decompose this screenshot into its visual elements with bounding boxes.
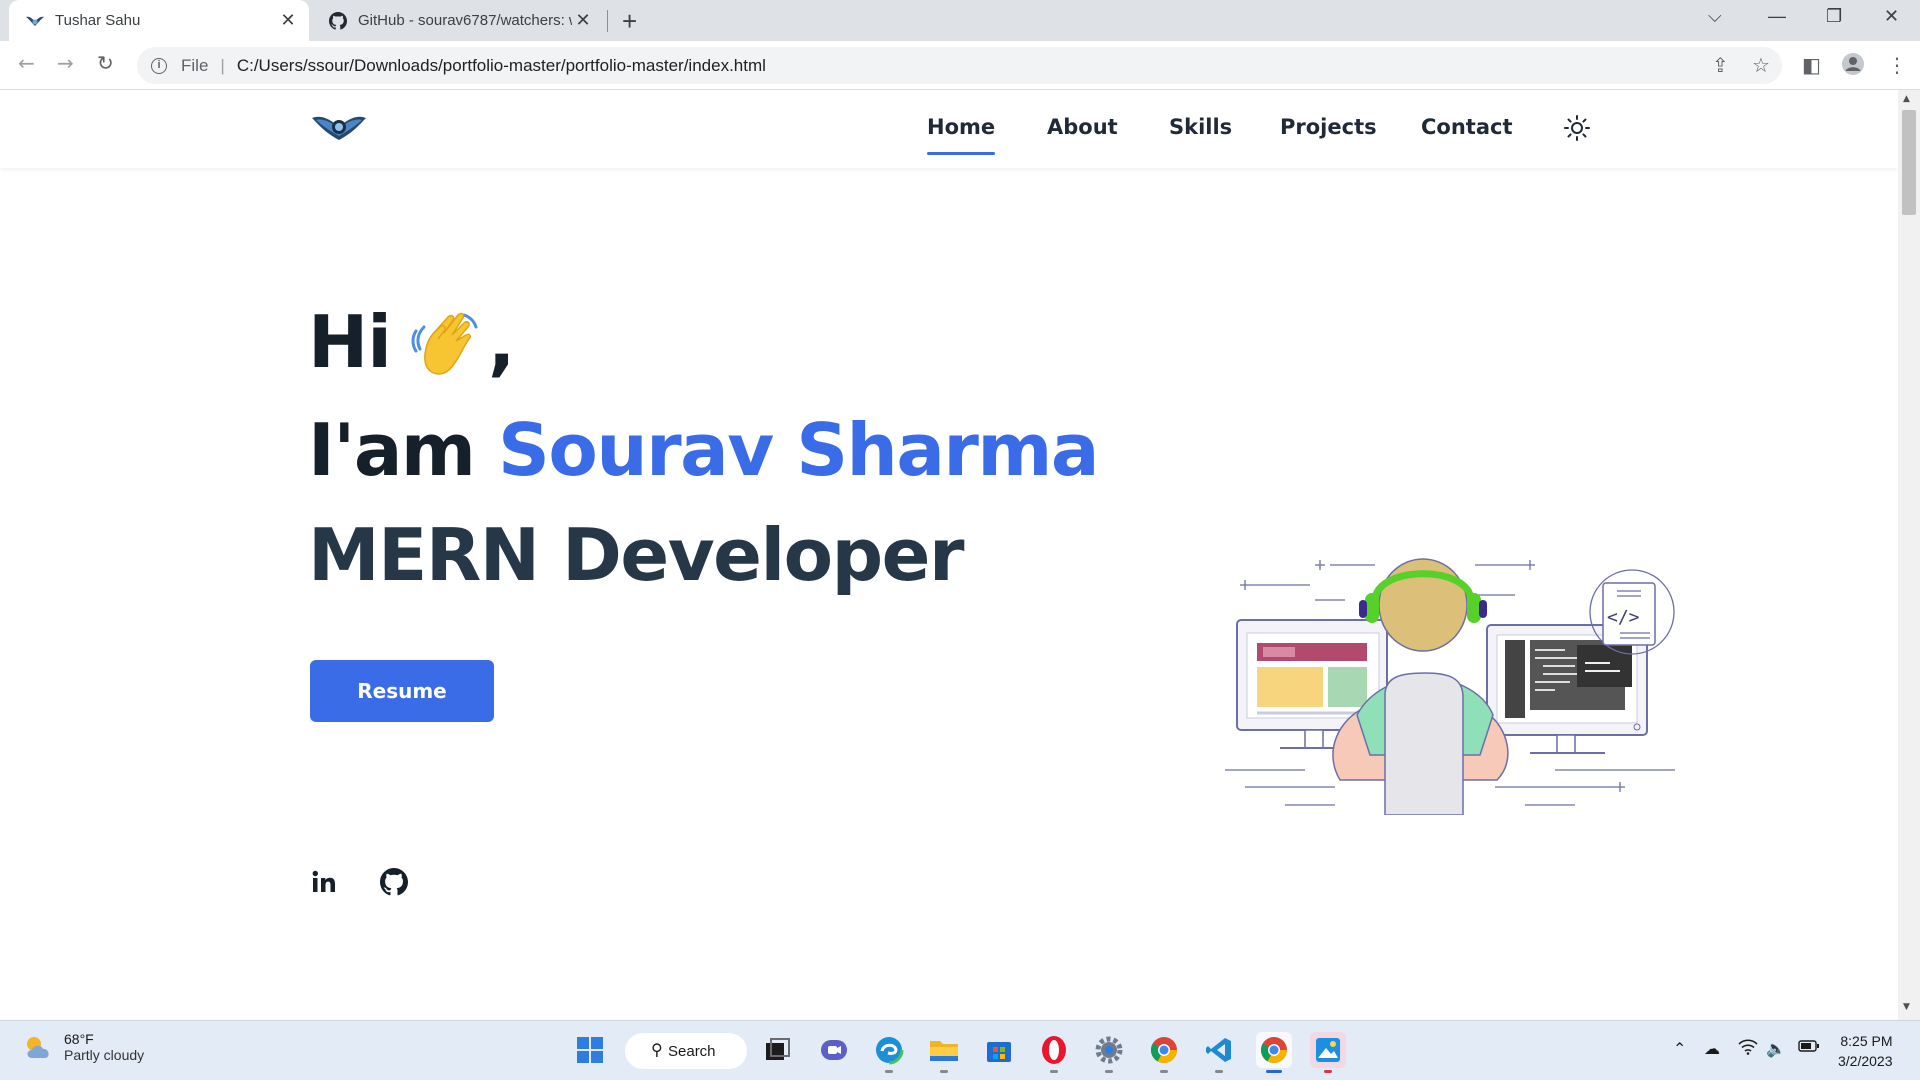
taskbar-clock[interactable]: 8:25 PM 3/2/2023 (1838, 1031, 1893, 1071)
nav-projects[interactable]: Projects (1280, 115, 1377, 139)
bookmark-star-icon[interactable]: ☆ (1752, 53, 1770, 77)
app-running-indicator (1160, 1070, 1168, 1073)
app-running-indicator (1050, 1070, 1058, 1073)
edge-icon[interactable] (871, 1032, 907, 1073)
teams-chat-icon[interactable] (816, 1032, 852, 1068)
app-running-indicator (885, 1070, 893, 1073)
battery-icon[interactable] (1798, 1039, 1820, 1058)
app-running-indicator (1215, 1070, 1223, 1073)
forward-icon[interactable]: → (57, 51, 74, 75)
nav-skills[interactable]: Skills (1169, 115, 1232, 139)
page-scrollbar[interactable]: ▲ ▼ (1898, 90, 1920, 1020)
portfolio-page: Home About Skills Projects Contact Hi , … (0, 90, 1898, 1020)
search-icon: ⚲ (651, 1042, 663, 1059)
back-icon[interactable]: ← (18, 51, 35, 75)
profile-avatar-icon[interactable] (1842, 53, 1864, 80)
hero-comma: , (488, 300, 516, 384)
photos-app-icon[interactable] (1310, 1032, 1346, 1073)
weather-condition: Partly cloudy (64, 1047, 145, 1063)
partly-cloudy-icon (27, 1037, 49, 1058)
tab-portfolio[interactable]: Tushar Sahu ✕ (9, 0, 309, 41)
address-url: C:/Users/ssour/Downloads/portfolio-maste… (236, 55, 766, 75)
wifi-icon[interactable] (1738, 1039, 1758, 1060)
hero-intro: I'am Sourav Sharma (308, 408, 1100, 492)
nav-about[interactable]: About (1047, 115, 1118, 139)
file-explorer-icon[interactable] (926, 1032, 962, 1073)
show-hidden-icons-chevron-icon[interactable]: ⌃ (1673, 1039, 1686, 1059)
scroll-down-icon[interactable]: ▼ (1903, 1002, 1910, 1012)
bird-favicon-icon (25, 11, 45, 31)
app-running-indicator (1324, 1070, 1332, 1073)
vscode-icon[interactable] (1201, 1032, 1237, 1073)
side-panel-icon[interactable]: ◧ (1802, 53, 1821, 77)
site-info-icon[interactable]: i (151, 57, 167, 74)
volume-icon[interactable]: 🔈 (1766, 1039, 1786, 1059)
nav-contact[interactable]: Contact (1421, 115, 1513, 139)
app-running-indicator (1105, 1070, 1113, 1073)
tab-divider (607, 10, 608, 32)
browser-tab-bar: Tushar Sahu ✕ GitHub - sourav6787/watche… (0, 0, 1920, 41)
github-icon[interactable] (380, 868, 410, 898)
restore-icon[interactable]: ❐ (1826, 6, 1842, 27)
scroll-thumb[interactable] (1902, 110, 1916, 215)
taskbar-search-label: Search (668, 1042, 716, 1060)
windows-logo-icon (577, 1037, 603, 1063)
address-scheme: File (181, 55, 209, 75)
chrome-icon[interactable] (1146, 1032, 1182, 1073)
resume-button[interactable]: Resume (310, 660, 494, 722)
github-favicon-icon (328, 11, 348, 31)
clock-date: 3/2/2023 (1838, 1053, 1893, 1069)
start-button[interactable] (572, 1032, 608, 1068)
hero-greeting: Hi (308, 300, 392, 384)
close-window-icon[interactable]: ✕ (1884, 6, 1899, 27)
waving-hand-icon (408, 305, 486, 383)
app-running-indicator (940, 1070, 948, 1073)
svg-text:</>: </> (1607, 607, 1640, 628)
opera-icon[interactable] (1036, 1032, 1072, 1073)
hero-name: Sourav Sharma (498, 408, 1100, 492)
weather-temp: 68°F (64, 1031, 94, 1047)
weather-widget[interactable]: 68°F Partly cloudy (22, 1031, 144, 1063)
microsoft-store-icon[interactable] (981, 1032, 1017, 1068)
reload-icon[interactable]: ↻ (97, 51, 114, 75)
address-divider: | (220, 55, 225, 75)
taskbar-search[interactable]: ⚲ Search (625, 1033, 747, 1069)
site-header: Home About Skills Projects Contact (0, 90, 1898, 168)
settings-gear-icon[interactable] (1091, 1032, 1127, 1073)
hero-role: MERN Developer (308, 513, 964, 597)
minimize-icon[interactable]: — (1768, 6, 1786, 27)
browser-menu-icon[interactable]: ⋮ (1887, 53, 1907, 77)
close-tab-icon[interactable]: ✕ (277, 10, 299, 31)
scroll-up-icon[interactable]: ▲ (1903, 94, 1910, 104)
windows-taskbar: 68°F Partly cloudy ⚲ Search ⌃ ☁ 🔈 8:25 P… (0, 1020, 1920, 1080)
nav-home[interactable]: Home (927, 115, 996, 155)
task-view-icon[interactable] (760, 1032, 796, 1068)
intro-prefix: I'am (308, 408, 476, 492)
close-tab-icon[interactable]: ✕ (572, 10, 594, 31)
browser-toolbar: ← → ↻ i File | C:/Users/ssour/Downloads/… (0, 41, 1920, 90)
app-active-indicator (1266, 1070, 1282, 1073)
new-tab-icon[interactable]: + (622, 6, 637, 37)
linkedin-icon[interactable] (310, 868, 340, 898)
onedrive-cloud-icon[interactable]: ☁ (1704, 1039, 1720, 1059)
address-bar[interactable]: i File | C:/Users/ssour/Downloads/portfo… (137, 47, 1782, 84)
share-icon[interactable]: ⇪ (1712, 53, 1729, 77)
developer-illustration: </> (1225, 555, 1685, 816)
site-logo[interactable] (310, 110, 368, 144)
tab-search-chevron-icon[interactable]: ⌵ (1708, 6, 1722, 27)
tab-title: GitHub - sourav6787/watchers: w (358, 12, 572, 29)
clock-time: 8:25 PM (1840, 1033, 1893, 1049)
tab-github[interactable]: GitHub - sourav6787/watchers: w ✕ (312, 0, 604, 41)
tab-title: Tushar Sahu (55, 12, 141, 29)
theme-toggle-sun-icon[interactable] (1563, 114, 1591, 142)
chrome-active-icon[interactable] (1256, 1032, 1292, 1073)
